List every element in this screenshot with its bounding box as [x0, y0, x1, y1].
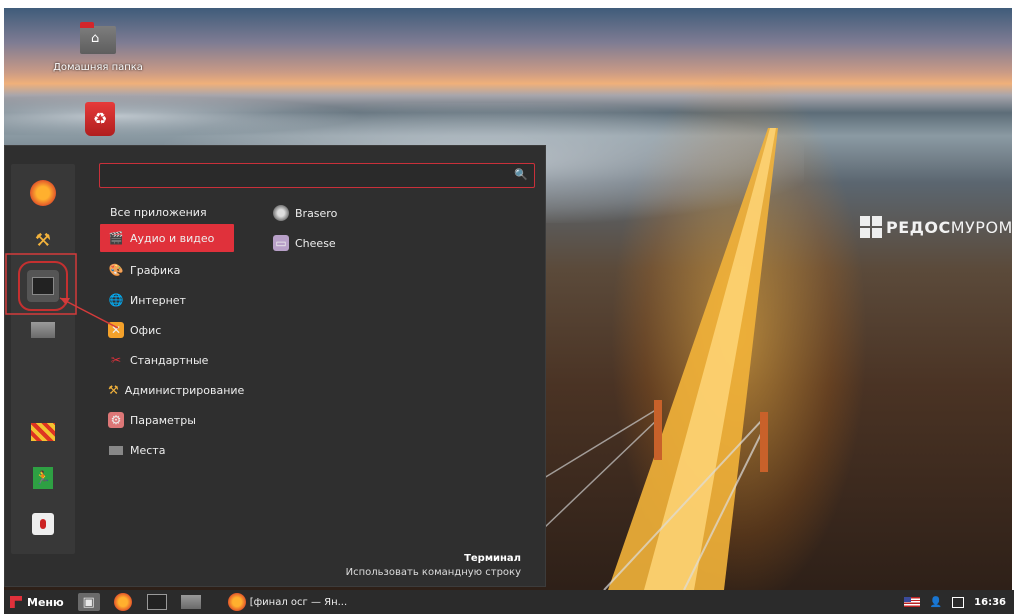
- scissors-icon: ✂: [110, 353, 122, 367]
- watermark-part3: МУРОМ: [950, 217, 1012, 237]
- graphics-icon: 🎨: [108, 263, 124, 277]
- terminal-launcher-icon[interactable]: [146, 593, 168, 611]
- home-folder-label: Домашняя папка: [53, 62, 143, 73]
- firefox-icon[interactable]: [30, 180, 56, 206]
- taskbar-window-firefox[interactable]: [финал осг — Ян...: [227, 593, 348, 611]
- user-icon[interactable]: 👤: [930, 597, 942, 608]
- category-settings[interactable]: ⚙ Параметры: [100, 406, 234, 434]
- app-cheese[interactable]: ▭ Cheese: [273, 230, 336, 256]
- category-label: Офис: [130, 323, 162, 337]
- favorites-bar: ⚒ 🏃: [11, 164, 75, 554]
- category-label: Интернет: [130, 293, 186, 307]
- system-tray: 👤 16:36: [903, 590, 1006, 614]
- menu-button-label: Меню: [27, 595, 64, 609]
- firefox-icon: [227, 593, 246, 611]
- app-description: Терминал Использовать командную строку: [346, 552, 521, 580]
- category-label: Администрирование: [124, 383, 245, 397]
- settings-icon: ⚙: [108, 412, 124, 428]
- redos-logo-icon: [860, 216, 882, 238]
- logout-icon[interactable]: 🏃: [27, 462, 59, 494]
- search-input[interactable]: [100, 164, 508, 189]
- trash-icon: [85, 102, 115, 136]
- tools-icon: ⚒: [108, 383, 119, 397]
- terminal-icon[interactable]: [18, 261, 68, 311]
- webcam-icon: ▭: [273, 235, 289, 251]
- app-label: Brasero: [295, 206, 338, 220]
- desktop-icon-trash[interactable]: [80, 102, 120, 136]
- category-audio-video[interactable]: 🎬 Аудио и видео: [100, 224, 234, 252]
- description-title: Терминал: [464, 553, 521, 564]
- category-internet[interactable]: 🌐 Интернет: [100, 286, 234, 314]
- search-icon[interactable]: 🔍: [514, 168, 528, 181]
- category-label: Параметры: [130, 413, 196, 427]
- category-office[interactable]: ✕ Офис: [100, 316, 234, 344]
- category-administration[interactable]: ⚒ Администрирование: [100, 376, 244, 404]
- search-field[interactable]: 🔍: [99, 163, 535, 189]
- menu-button[interactable]: Меню: [4, 590, 72, 614]
- firefox-launcher-icon[interactable]: [112, 593, 134, 611]
- application-menu: ⚒ 🏃 🔍 Все приложения 🎬 Аудио и видео 🎨 Гра…: [4, 145, 546, 587]
- disc-icon: [273, 205, 289, 221]
- keyboard-layout-flag-icon[interactable]: [903, 597, 920, 607]
- description-text: Использовать командную строку: [345, 567, 521, 578]
- clock[interactable]: 16:36: [974, 597, 1006, 608]
- shutdown-icon[interactable]: [27, 508, 59, 540]
- category-label: Все приложения: [110, 205, 207, 219]
- globe-icon: 🌐: [108, 293, 124, 307]
- redos-menu-icon: [10, 596, 22, 608]
- window-icon[interactable]: [952, 596, 965, 608]
- category-graphics[interactable]: 🎨 Графика: [100, 256, 234, 284]
- category-label: Аудио и видео: [130, 231, 215, 245]
- tools-icon[interactable]: ⚒: [27, 224, 59, 256]
- app-brasero[interactable]: Brasero: [273, 200, 337, 226]
- redos-watermark: РЕДОСМУРОМ: [860, 216, 1012, 238]
- files-launcher-icon[interactable]: [180, 593, 202, 611]
- category-all[interactable]: Все приложения: [100, 198, 234, 226]
- watermark-part1: РЕД: [886, 217, 925, 237]
- office-icon: ✕: [108, 322, 124, 338]
- warning-icon[interactable]: [27, 416, 59, 448]
- clapperboard-icon: 🎬: [108, 231, 124, 245]
- category-accessories[interactable]: ✂ Стандартные: [100, 346, 234, 374]
- folder-icon: [108, 442, 124, 458]
- app-label: Cheese: [295, 236, 336, 250]
- category-label: Стандартные: [130, 353, 209, 367]
- home-folder-icon: ⌂: [80, 22, 116, 54]
- category-label: Места: [130, 443, 166, 457]
- category-label: Графика: [130, 263, 181, 277]
- watermark-part2: ОС: [924, 217, 951, 237]
- window-title: [финал осг — Ян...: [249, 596, 348, 608]
- taskbar: Меню ▣ [финал осг — Ян... 👤 16:36: [4, 590, 1014, 614]
- folder-icon[interactable]: [27, 314, 59, 346]
- category-places[interactable]: Места: [100, 436, 234, 464]
- desktop-icon-home[interactable]: ⌂ Домашняя папка: [52, 22, 144, 73]
- show-desktop-icon[interactable]: ▣: [77, 593, 100, 611]
